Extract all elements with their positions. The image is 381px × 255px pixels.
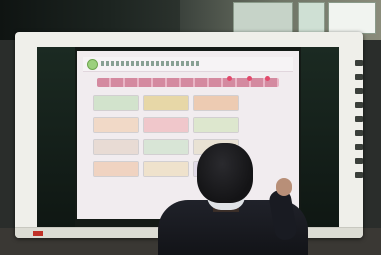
- brand-mark: [33, 231, 43, 236]
- screen-content: [77, 51, 299, 219]
- side-icon: [355, 74, 363, 80]
- content-tile: [193, 117, 239, 133]
- content-tile: [143, 95, 189, 111]
- photo-scene: [0, 0, 381, 255]
- side-icon: [355, 60, 363, 66]
- content-tile: [93, 161, 139, 177]
- side-icon: [355, 116, 363, 122]
- screen-right-band: [301, 47, 339, 227]
- content-tile: [143, 117, 189, 133]
- content-tile: [93, 117, 139, 133]
- content-tile: [93, 139, 139, 155]
- side-icon: [355, 102, 363, 108]
- nav-dot-icon: [247, 76, 252, 81]
- person-head: [197, 143, 253, 203]
- nav-dot-icon: [227, 76, 232, 81]
- blurred-title: [101, 61, 201, 66]
- content-tile: [193, 95, 239, 111]
- side-icon: [355, 144, 363, 150]
- content-tile: [143, 161, 189, 177]
- poster-1: [233, 2, 293, 34]
- side-icon: [355, 172, 363, 178]
- content-tile: [143, 139, 189, 155]
- side-panel: [340, 30, 370, 235]
- screen-left-band: [37, 47, 75, 227]
- content-tile: [93, 95, 139, 111]
- side-icon: [355, 158, 363, 164]
- side-icon: [355, 130, 363, 136]
- logo-circle-icon: [87, 59, 98, 70]
- nav-dot-icon: [265, 76, 270, 81]
- poster-2: [298, 2, 325, 34]
- content-header: [83, 57, 293, 72]
- side-icon: [355, 88, 363, 94]
- person-hand: [276, 178, 292, 196]
